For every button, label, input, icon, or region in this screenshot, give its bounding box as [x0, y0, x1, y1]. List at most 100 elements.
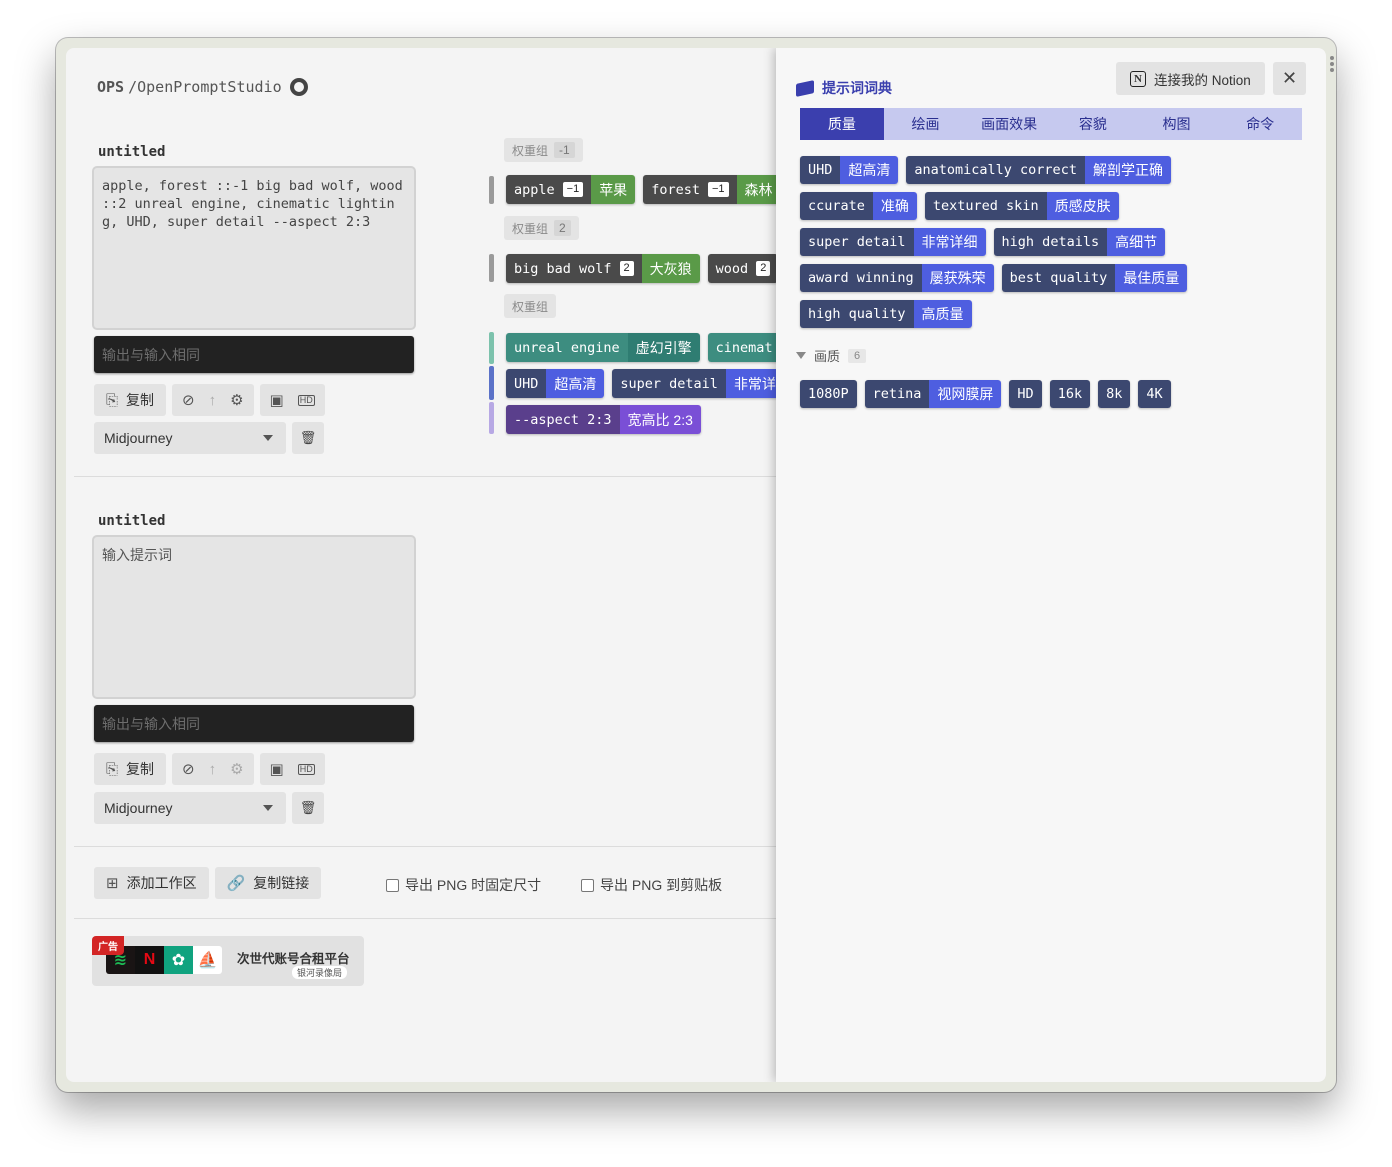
dict-tag-zh: 解剖学正确	[1084, 156, 1171, 184]
prompt-input[interactable]: apple, forest ::-1 big bad wolf, wood ::…	[92, 166, 416, 330]
group-label[interactable]: 权重组 -1	[504, 138, 583, 162]
arrow-up-icon[interactable]: ↑	[209, 393, 217, 408]
tag-weight: 2	[619, 261, 634, 276]
dict-tag[interactable]: 16k	[1049, 380, 1091, 408]
tab-composition[interactable]: 构图	[1135, 108, 1219, 140]
divider	[74, 846, 776, 847]
midjourney-icon: ⛵	[193, 946, 222, 974]
tag-row: unreal engine 虚幻引擎 cinemat	[506, 333, 781, 362]
image-icon[interactable]: ▣	[270, 393, 284, 408]
prompt-tag[interactable]: --aspect 2:3 宽高比 2:3	[506, 405, 701, 434]
hd-icon[interactable]: HD	[297, 394, 315, 406]
tab-painting[interactable]: 绘画	[884, 108, 968, 140]
dict-tag[interactable]: textured skin 质感皮肤	[924, 192, 1119, 220]
prompt-input[interactable]: 输入提示词	[92, 535, 416, 699]
brand-prefix: OPS	[97, 78, 125, 96]
brand[interactable]: OPS/OpenPromptStudio	[97, 78, 308, 96]
dict-tag-en: anatomically correct	[906, 156, 1085, 184]
copy-link-button[interactable]: 🔗 复制链接	[214, 867, 322, 899]
prompt-tag[interactable]: forest −1 森林	[643, 175, 781, 204]
dict-tag[interactable]: best quality 最佳质量	[1001, 264, 1188, 292]
prompt-tag[interactable]: wood 2	[707, 254, 779, 283]
dict-tag[interactable]: UHD 超高清	[800, 156, 899, 184]
tab-command[interactable]: 命令	[1218, 108, 1302, 140]
group-bar	[489, 176, 494, 204]
hd-icon[interactable]: HD	[297, 763, 315, 775]
tag-weight: −1	[562, 182, 584, 197]
tag-zh: 虚幻引擎	[627, 333, 700, 362]
group-label-text: 权重组	[512, 221, 549, 236]
disable-icon[interactable]: ⊘	[182, 762, 195, 777]
prompt-tag[interactable]: UHD 超高清	[506, 369, 605, 398]
dict-tag[interactable]: super detail 非常详细	[800, 228, 986, 256]
group-bar	[489, 366, 494, 400]
dict-tag[interactable]: high details 高细节	[993, 228, 1166, 256]
tab-effects[interactable]: 画面效果	[967, 108, 1051, 140]
github-icon[interactable]	[289, 78, 308, 96]
prompt-tag[interactable]: unreal engine 虚幻引擎	[506, 333, 700, 362]
dict-tag-en: ccurate	[800, 192, 873, 220]
dict-tag-en: high details	[993, 228, 1108, 256]
prompt-tag[interactable]: cinemat	[707, 333, 781, 362]
copy-button[interactable]: ⎘ 复制	[94, 753, 167, 785]
model-select[interactable]: Midjourney	[94, 792, 286, 824]
tab-quality[interactable]: 质量	[800, 108, 884, 140]
dict-tag[interactable]: award winning 屡获殊荣	[800, 264, 994, 292]
connect-notion-button[interactable]: N 连接我的 Notion	[1116, 62, 1265, 95]
dict-tag[interactable]: retina 视网膜屏	[864, 380, 1002, 408]
notion-label: 连接我的 Notion	[1154, 72, 1251, 88]
close-button[interactable]: ✕	[1273, 62, 1306, 95]
dict-tag[interactable]: anatomically correct 解剖学正确	[906, 156, 1171, 184]
tab-appearance[interactable]: 容貌	[1051, 108, 1135, 140]
dict-tag[interactable]: 1080P	[800, 380, 857, 408]
model-value: Midjourney	[104, 800, 173, 816]
output-field[interactable]: 输出与输入相同	[94, 336, 414, 373]
dict-tag-zh: 屡获殊荣	[921, 264, 994, 292]
dict-tag-en: retina	[864, 380, 930, 408]
prompt-tag[interactable]: apple −1 苹果	[506, 175, 636, 204]
toolbar: ⎘ 复制 ⊘ ↑ ⚙ ▣ HD	[94, 384, 325, 416]
tag-row: UHD 超高清 super detail 非常详	[506, 369, 784, 398]
checkbox-label: 导出 PNG 时固定尺寸	[405, 877, 542, 893]
drag-handle[interactable]	[1330, 56, 1334, 74]
workspace-title[interactable]: untitled	[98, 513, 165, 529]
arrow-up-icon[interactable]: ↑	[209, 762, 217, 777]
tag-row: apple −1 苹果 forest −1 森林	[506, 175, 781, 204]
group-label[interactable]: 权重组 2	[504, 216, 579, 240]
model-select[interactable]: Midjourney	[94, 422, 286, 454]
delete-button[interactable]: 🗑	[292, 792, 324, 824]
delete-button[interactable]: 🗑	[292, 422, 324, 454]
dict-tag-en: HD	[1009, 380, 1042, 408]
checkbox-box[interactable]	[581, 878, 594, 892]
prompt-tag[interactable]: big bad wolf 2 大灰狼	[506, 254, 700, 283]
export-fixed-size-checkbox[interactable]: 导出 PNG 时固定尺寸	[386, 875, 541, 895]
group-label-text: 权重组	[512, 299, 549, 314]
disable-icon[interactable]: ⊘	[182, 393, 195, 408]
ad-banner[interactable]: ≋ N ✿ ⛵ 广告 次世代账号合租平台 银河录像局	[92, 936, 364, 986]
output-field[interactable]: 输出与输入相同	[94, 705, 414, 742]
dict-tag-zh: 视网膜屏	[929, 380, 1002, 408]
image-icon[interactable]: ▣	[270, 762, 284, 777]
dict-tag[interactable]: ccurate 准确	[800, 192, 917, 220]
add-workspace-button[interactable]: ⊞ 添加工作区	[94, 867, 209, 899]
translate-icon[interactable]: ⚙	[230, 393, 243, 408]
chevron-down-icon	[263, 435, 273, 441]
dict-tag[interactable]: 4K	[1138, 380, 1171, 408]
checkbox-box[interactable]	[386, 878, 399, 892]
group-label[interactable]: 权重组	[504, 294, 557, 318]
dict-tag-en: super detail	[800, 228, 914, 256]
dict-tag[interactable]: 8k	[1098, 380, 1131, 408]
tag-en: super detail	[612, 369, 726, 398]
dict-row: award winning 屡获殊荣 best quality 最佳质量	[800, 264, 1188, 292]
export-clipboard-checkbox[interactable]: 导出 PNG 到剪贴板	[581, 875, 722, 895]
translate-icon[interactable]: ⚙	[230, 762, 243, 777]
close-icon: ✕	[1281, 68, 1298, 88]
action-group: ⊘ ↑ ⚙	[172, 384, 254, 416]
workspace-title[interactable]: untitled	[98, 144, 165, 160]
dict-tag[interactable]: high quality 高质量	[800, 300, 972, 328]
dict-tag[interactable]: HD	[1009, 380, 1042, 408]
prompt-tag[interactable]: super detail 非常详	[612, 369, 784, 398]
app-content: OPS/OpenPromptStudio untitled apple, for…	[66, 48, 1326, 1082]
section-header[interactable]: 画质 6	[796, 346, 867, 365]
copy-button[interactable]: ⎘ 复制	[94, 384, 167, 416]
